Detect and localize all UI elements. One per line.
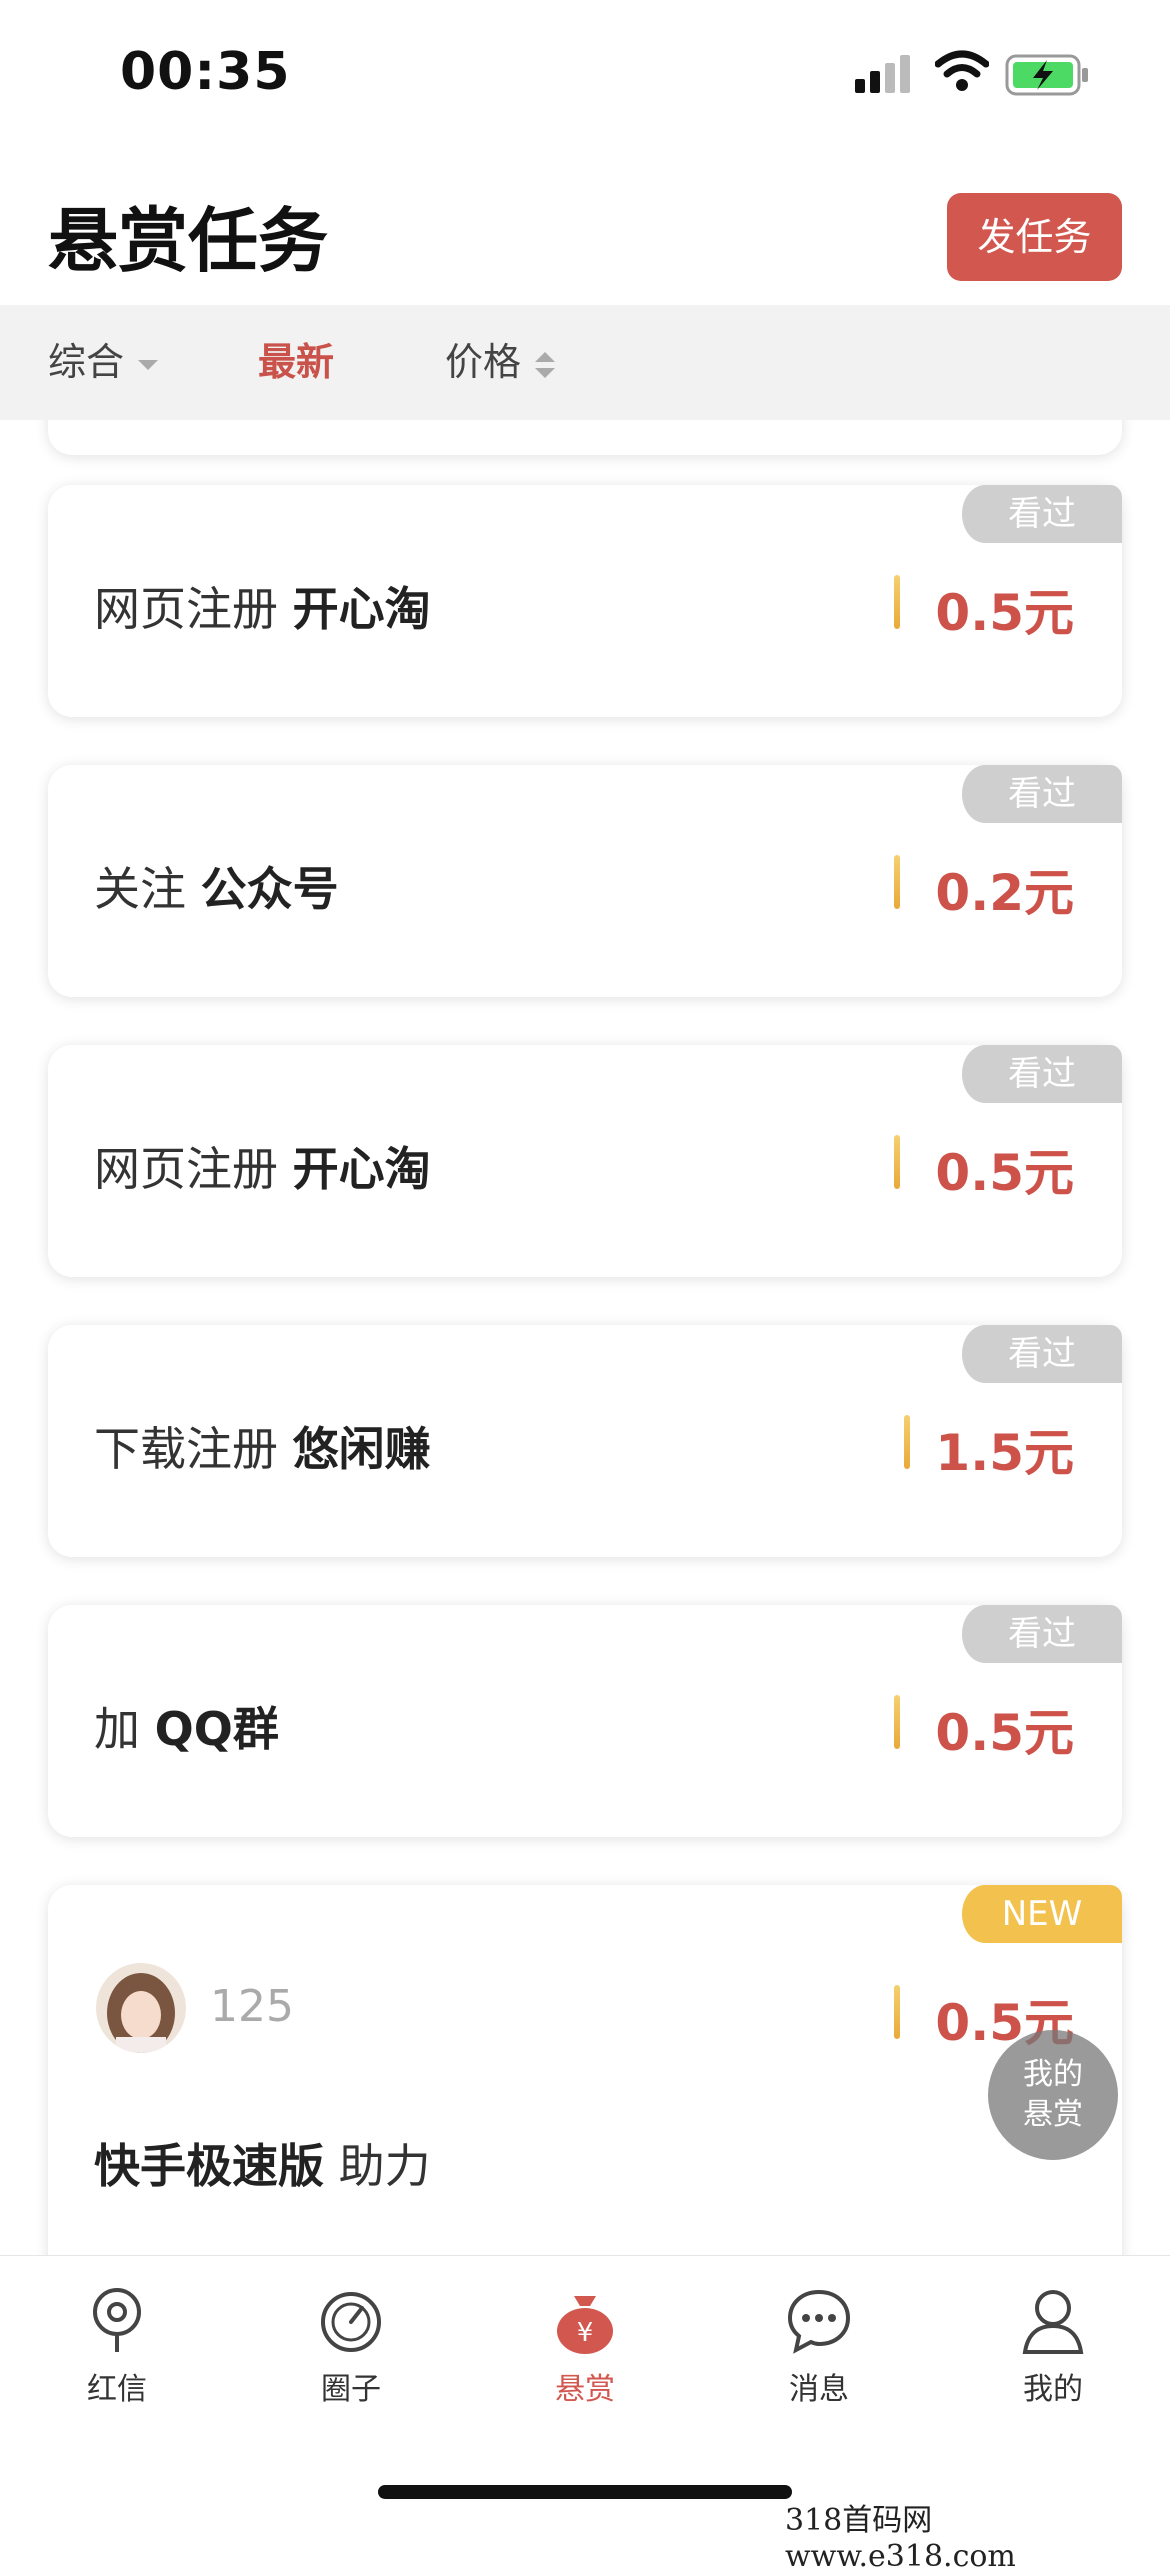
task-card[interactable]: 看过 网页注册 开心淘 0.5元 <box>48 1045 1122 1277</box>
status-bar: 00:35 <box>0 0 1170 150</box>
task-card-partial[interactable] <box>48 420 1122 455</box>
gauge-icon <box>321 2292 381 2352</box>
tab-quanzi[interactable]: 圈子 <box>261 2286 441 2408</box>
task-card[interactable]: 看过 下载注册 悠闲赚 1.5元 <box>48 1325 1122 1557</box>
task-name: 开心淘 <box>292 582 431 636</box>
svg-text:¥: ¥ <box>577 2318 594 2348</box>
task-title: 网页注册 开心淘 <box>94 573 431 639</box>
caret-down-icon <box>138 359 159 370</box>
avatar-image <box>96 1963 186 2053</box>
task-name: 快手极速版 <box>94 2139 324 2193</box>
my-rewards-line2: 悬赏 <box>1023 2097 1083 2132</box>
user-number: 125 <box>210 1981 294 2032</box>
tab-label: 圈子 <box>321 2372 381 2407</box>
task-reward: 0.2元 <box>935 864 1074 922</box>
tab-hongxin[interactable]: 红信 <box>27 2286 207 2408</box>
task-card[interactable]: 看过 加 QQ群 0.5元 <box>48 1605 1122 1837</box>
task-list[interactable]: 看过 网页注册 开心淘 0.5元 看过 关注 公众号 0.2元 看过 网页注册 … <box>0 420 1170 2255</box>
filter-price-label: 价格 <box>445 340 522 384</box>
filter-newest[interactable]: 最新 <box>258 305 334 420</box>
task-action: 加 <box>94 1702 140 1756</box>
task-name: 开心淘 <box>292 1142 431 1196</box>
seen-tag: 看过 <box>962 1325 1122 1383</box>
task-reward: 0.5元 <box>935 1704 1074 1762</box>
user-icon <box>1022 2290 1084 2354</box>
tab-label: 悬赏 <box>555 2372 615 2407</box>
task-name: 悠闲赚 <box>292 1422 431 1476</box>
wheat-icon <box>894 1695 900 1749</box>
task-title: 网页注册 开心淘 <box>94 1133 431 1199</box>
task-reward: 0.5元 <box>935 1144 1074 1202</box>
tab-xiaoxi[interactable]: 消息 <box>729 2286 909 2408</box>
filter-newest-label: 最新 <box>258 340 335 384</box>
status-time: 00:35 <box>120 42 291 102</box>
battery-charging-icon <box>1005 54 1088 96</box>
task-name: QQ群 <box>154 1702 279 1756</box>
task-title: 关注 公众号 <box>94 853 339 919</box>
task-title: 快手极速版 助力 <box>94 2130 431 2196</box>
cellular-signal-icon <box>855 55 910 93</box>
filter-price[interactable]: 价格 <box>445 305 556 420</box>
new-tag: NEW <box>962 1885 1122 1943</box>
wheat-icon <box>894 575 900 629</box>
wheat-icon <box>894 855 900 909</box>
sort-updown-icon <box>535 351 556 378</box>
wheat-icon <box>894 1985 900 2039</box>
task-action: 助力 <box>338 2139 431 2193</box>
watermark: 318首码网 www.e318.com <box>785 2503 1016 2574</box>
my-rewards-button[interactable]: 我的 悬赏 <box>988 2030 1118 2160</box>
post-task-button[interactable]: 发任务 <box>947 193 1122 281</box>
money-bag-icon: ¥ <box>557 2296 613 2354</box>
seen-tag: 看过 <box>962 1605 1122 1663</box>
seen-tag: 看过 <box>962 765 1122 823</box>
task-card-new[interactable]: NEW 125 0.5元 快手极速版 助力 <box>48 1885 1122 2255</box>
task-action: 网页注册 <box>94 582 278 636</box>
task-reward: 0.5元 <box>935 584 1074 642</box>
tab-label: 我的 <box>1023 2372 1083 2407</box>
wheat-icon <box>894 1135 900 1189</box>
filter-bar: 综合 最新 价格 <box>0 305 1170 420</box>
chat-bubble-icon <box>787 2289 851 2354</box>
tab-label: 消息 <box>789 2372 849 2407</box>
tab-xuanshang[interactable]: ¥ 悬赏 <box>495 2286 675 2408</box>
filter-comprehensive[interactable]: 综合 <box>48 305 159 420</box>
task-action: 网页注册 <box>94 1142 278 1196</box>
my-rewards-line1: 我的 <box>1023 2057 1083 2092</box>
task-title: 加 QQ群 <box>94 1693 279 1759</box>
task-reward: 1.5元 <box>935 1424 1074 1482</box>
wifi-icon <box>935 50 989 91</box>
location-pin-icon <box>93 2288 141 2352</box>
home-indicator[interactable] <box>378 2485 792 2499</box>
task-card[interactable]: 看过 关注 公众号 0.2元 <box>48 765 1122 997</box>
task-action: 关注 <box>94 862 186 916</box>
task-card[interactable]: 看过 网页注册 开心淘 0.5元 <box>48 485 1122 717</box>
seen-tag: 看过 <box>962 485 1122 543</box>
filter-comprehensive-label: 综合 <box>48 340 125 384</box>
task-name: 公众号 <box>200 862 339 916</box>
tab-wode[interactable]: 我的 <box>963 2286 1143 2408</box>
seen-tag: 看过 <box>962 1045 1122 1103</box>
tab-label: 红信 <box>87 2372 147 2407</box>
page-title: 悬赏任务 <box>48 200 328 282</box>
wheat-icon <box>904 1415 910 1469</box>
task-action: 下载注册 <box>94 1422 278 1476</box>
avatar[interactable] <box>96 1963 186 2053</box>
task-title: 下载注册 悠闲赚 <box>94 1413 431 1479</box>
